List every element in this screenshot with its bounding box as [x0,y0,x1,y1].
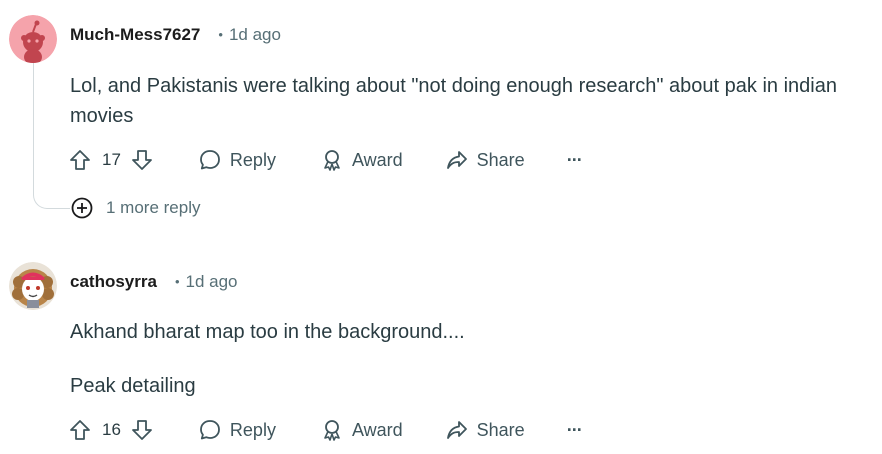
more-replies-button[interactable]: 1 more reply [70,196,200,220]
comment-paragraph: Lol, and Pakistanis were talking about "… [70,75,837,127]
custom-avatar-icon [9,262,57,310]
comment-meta: cathosyrra • 1d ago [70,272,238,292]
upvote-button[interactable] [66,146,94,174]
award-icon [324,150,340,171]
share-label: Share [476,419,525,440]
snoo-avatar-icon [9,15,57,63]
upvote-button[interactable] [66,416,94,444]
timestamp[interactable]: • 1d ago [175,272,238,292]
reply-button[interactable]: Reply [198,148,276,172]
reply-button[interactable]: Reply [198,418,276,442]
share-label: Share [476,149,525,170]
comment-paragraph: Peak detailing [70,375,196,397]
time-label: 1d ago [185,272,238,291]
thread-line[interactable] [33,62,70,209]
author-name[interactable]: Much-Mess7627 [70,25,200,45]
comment-thread: Much-Mess7627 • 1d ago Lol, and Pakistani… [0,0,882,454]
comment-meta: Much-Mess7627 • 1d ago [70,25,281,45]
share-arrow-icon [446,421,467,439]
downvote-icon [132,420,152,440]
reply-label: Reply [229,149,276,170]
chat-bubble-icon [200,420,220,440]
share-button[interactable]: Share [445,148,525,172]
share-button[interactable]: Share [445,418,525,442]
upvote-icon [70,150,90,170]
reply-label: Reply [229,419,276,440]
more-replies-label: 1 more reply [106,198,201,217]
downvote-button[interactable] [128,146,156,174]
upvote-icon [70,420,90,440]
share-arrow-icon [446,151,467,169]
timestamp[interactable]: • 1d ago [218,25,281,45]
comment-body: Lol, and Pakistanis were talking about "… [70,71,876,131]
more-options-icon: ··· [566,419,583,440]
chat-bubble-icon [200,150,220,170]
vote-score: 17 [102,150,121,169]
comment-actions: 17 Reply Award Share ··· [66,143,583,177]
vote-controls: 16 [66,416,156,444]
vote-score: 16 [102,420,121,439]
comment-paragraph: Akhand bharat map too in the background.… [70,321,465,343]
plus-circle-icon [71,197,93,219]
time-label: 1d ago [228,25,281,44]
comment-actions: 16 Reply Award Share ··· [66,413,583,447]
avatar[interactable] [9,15,57,63]
award-label: Award [351,419,403,440]
more-options-icon: ··· [566,149,583,170]
vote-controls: 17 [66,146,156,174]
avatar[interactable] [9,262,57,310]
more-options-button[interactable]: ··· [566,419,583,441]
award-button[interactable]: Award [320,418,403,442]
comment-body: Akhand bharat map too in the background.… [70,317,876,401]
award-icon [324,420,340,441]
more-options-button[interactable]: ··· [566,149,583,171]
award-label: Award [351,149,403,170]
separator: • [174,274,180,289]
separator: • [218,27,223,42]
downvote-button[interactable] [128,416,156,444]
downvote-icon [132,150,152,170]
award-button[interactable]: Award [320,148,403,172]
author-name[interactable]: cathosyrra [70,272,157,292]
